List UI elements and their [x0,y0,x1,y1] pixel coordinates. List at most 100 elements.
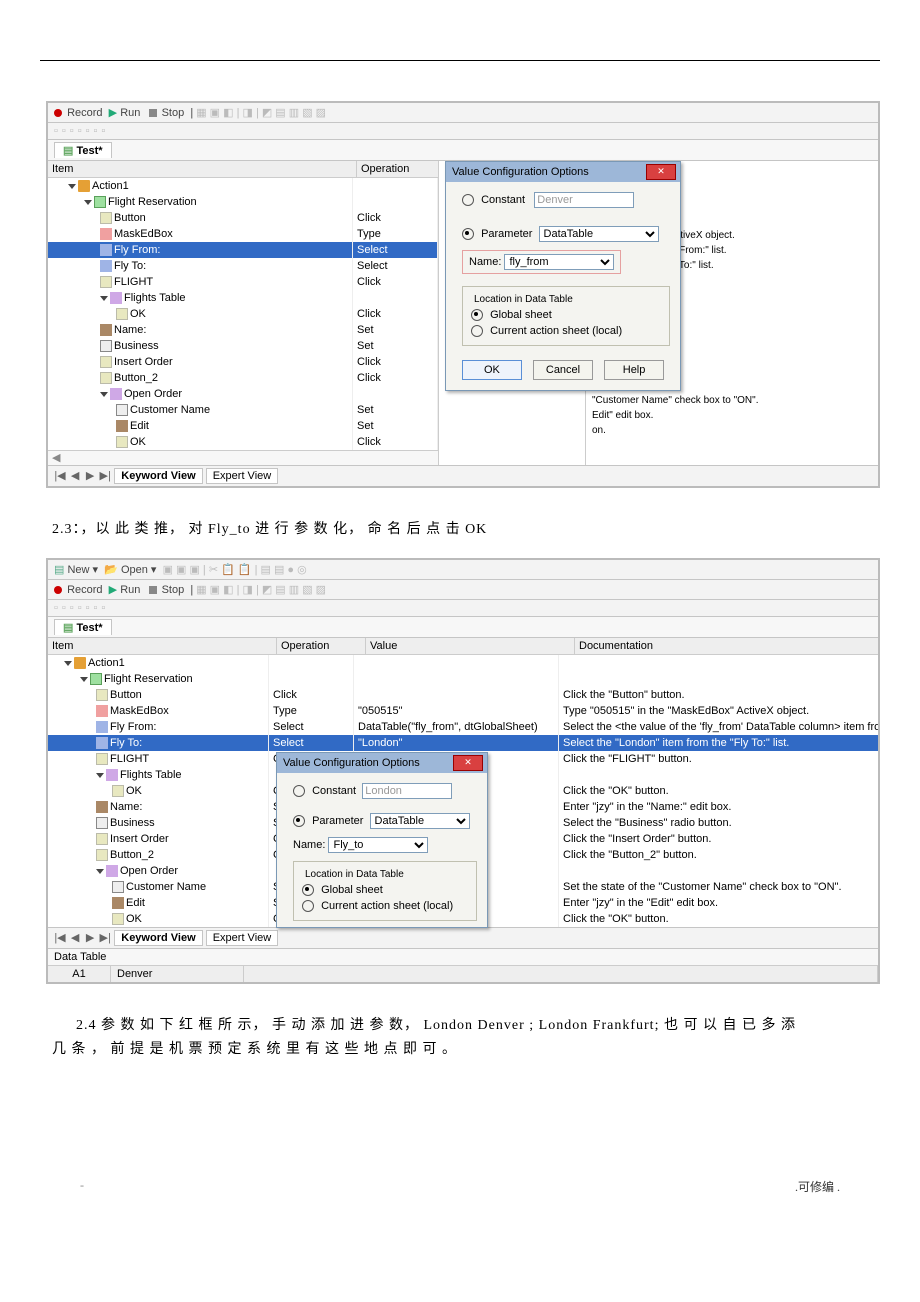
value-cell[interactable]: DataTable("fly_from", dtGlobalSheet) [354,719,559,735]
value-cell[interactable]: "London" [354,735,559,751]
tree-row[interactable]: Fly To:Select [48,258,438,274]
nav-next-icon[interactable]: ▶ [84,469,96,482]
ok-button[interactable]: OK [462,360,522,380]
open-label[interactable]: Open ▾ [121,564,157,576]
value-cell[interactable] [354,655,559,671]
tree-row[interactable]: Customer NameSet [48,402,438,418]
keyword-tree[interactable]: Action1Flight ReservationButtonClickMask… [48,178,438,450]
tree-row[interactable]: MaskEdBox Type [48,226,438,242]
value-cell[interactable] [354,671,559,687]
name-select[interactable]: Fly_to [328,837,428,853]
tree-row[interactable]: ButtonClick [48,210,438,226]
expand-icon[interactable] [100,296,108,301]
caption-2-3: 2.3：，以 此 类 推， 对 Fly_to 进 行 参 数 化， 命 名 后 … [52,518,880,538]
tree-row[interactable]: OKClick [48,306,438,322]
tree-row[interactable]: Button_2Click [48,370,438,386]
grid-row[interactable]: Fly From:SelectDataTable("fly_from", dtG… [48,719,878,735]
record-icon [54,109,62,117]
dialog-titlebar[interactable]: Value Configuration Options ✕ [277,753,487,773]
new-label[interactable]: New ▾ [67,564,98,576]
parameter-radio[interactable] [293,815,305,827]
item-label: MaskEdBox [110,705,169,717]
grid-row[interactable]: Action1 [48,655,878,671]
tree-row[interactable]: Flight Reservation [48,194,438,210]
expand-icon[interactable] [96,869,104,874]
datatable-cell-b[interactable]: Denver [111,966,244,982]
parameter-radio[interactable] [462,228,474,240]
operation-cell: Select [353,242,438,258]
tree-row[interactable]: EditSet [48,418,438,434]
expand-icon[interactable] [84,200,92,205]
tree-row[interactable]: FLIGHTClick [48,274,438,290]
nav-prev-icon[interactable]: ◀ [69,469,81,482]
expand-icon[interactable] [64,661,72,666]
dialog-titlebar[interactable]: Value Configuration Options ✕ [446,162,680,182]
record-label[interactable]: Record [67,584,102,596]
global-radio[interactable] [471,309,483,321]
item-label: Fly From: [110,721,156,733]
nav-prev-icon[interactable]: ◀ [69,931,81,944]
record-label[interactable]: Record [67,107,102,119]
expand-icon[interactable] [96,773,104,778]
datatable-row[interactable]: A1 Denver [48,965,878,982]
tree-row[interactable]: Name:Set [48,322,438,338]
operation-cell: Select [269,735,354,751]
test-tab[interactable]: ▤ Test* [54,142,112,158]
value-cell[interactable] [354,687,559,703]
nav-next-icon[interactable]: ▶ [84,931,96,944]
close-icon[interactable]: ✕ [646,164,676,180]
value-cell[interactable]: "050515" [354,703,559,719]
tree-item-label: MaskEdBox [114,228,173,240]
grid-row[interactable]: ButtonClickClick the "Button" button. [48,687,878,703]
global-radio[interactable] [302,884,314,896]
tree-row[interactable]: BusinessSet [48,338,438,354]
tree-row[interactable]: Flights Table [48,290,438,306]
nav-last-icon[interactable]: ▶| [99,931,111,944]
constant-radio[interactable] [462,194,474,206]
cancel-button[interactable]: Cancel [533,360,593,380]
run-label[interactable]: Run [120,107,140,119]
grid-row[interactable]: Flight Reservation [48,671,878,687]
btn-icon [112,785,124,797]
keyword-view-tab[interactable]: Keyword View [114,468,202,484]
test-tab[interactable]: ▤ Test* [54,619,112,635]
constant-radio[interactable] [293,785,305,797]
expand-icon[interactable] [68,184,76,189]
name-select[interactable]: fly_from [504,254,614,270]
expert-view-tab[interactable]: Expert View [206,468,279,484]
expand-icon[interactable] [100,392,108,397]
keyword-view-tab[interactable]: Keyword View [114,930,202,946]
parameter-type-select[interactable]: DataTable [539,226,659,242]
item-label: Button_2 [110,849,154,861]
run-label[interactable]: Run [120,584,140,596]
item-label: Edit [126,897,145,909]
active-icon [100,228,112,240]
datatable-cell-empty[interactable] [244,966,878,982]
doc-cell: Click the "OK" button. [559,911,878,927]
close-icon[interactable]: ✕ [453,755,483,771]
datatable-cell-a[interactable]: A1 [48,966,111,982]
tree-row[interactable]: Fly From:Select [48,242,438,258]
tree-row[interactable]: OKClick [48,434,438,450]
expand-icon[interactable] [80,677,88,682]
grid-row[interactable]: MaskEdBoxType"050515"Type "050515" in th… [48,703,878,719]
hscrollbar[interactable]: ◀ [48,450,438,465]
stop-label[interactable]: Stop [162,107,185,119]
item-label: FLIGHT [110,753,149,765]
item-label: OK [126,913,142,925]
nav-last-icon[interactable]: ▶| [99,469,111,482]
operation-cell: Type [353,226,438,242]
stop-label[interactable]: Stop [162,584,185,596]
tree-row[interactable]: Action1 [48,178,438,194]
nav-first-icon[interactable]: |◀ [54,469,66,482]
tree-row[interactable]: Insert OrderClick [48,354,438,370]
help-button[interactable]: Help [604,360,664,380]
local-radio[interactable] [471,325,483,337]
parameter-type-select[interactable]: DataTable [370,813,470,829]
tree-row[interactable]: Open Order [48,386,438,402]
operation-cell: Click [353,210,438,226]
grid-row[interactable]: Fly To:Select"London"Select the "London"… [48,735,878,751]
nav-first-icon[interactable]: |◀ [54,931,66,944]
local-radio[interactable] [302,900,314,912]
expert-view-tab[interactable]: Expert View [206,930,279,946]
